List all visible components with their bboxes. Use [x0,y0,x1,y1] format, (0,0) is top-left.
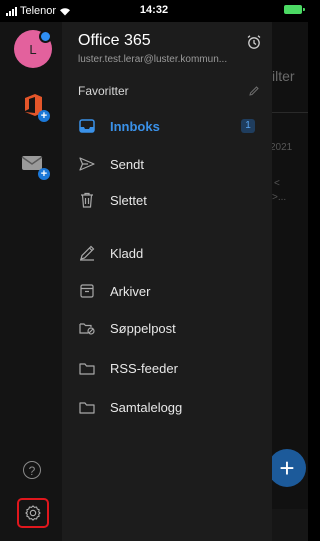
status-bar: Telenor 14:32 [0,0,308,22]
do-not-disturb-button[interactable] [246,34,262,55]
folder-item-conversation-history[interactable]: Samtalelogg [78,392,263,422]
plus-icon: + [38,110,50,122]
edit-favorites-button[interactable] [248,84,260,102]
status-time: 14:32 [139,4,169,16]
bottom-bar [272,509,308,541]
folder-label: RSS-feeder [110,360,178,376]
junk-icon [78,319,96,337]
inbox-icon [78,117,96,135]
message-date: 2021 [272,142,293,153]
plus-icon: + [38,168,50,180]
folder-item-inbox[interactable]: Innboks 1 [78,111,263,141]
add-mail-account-button[interactable]: + [20,150,50,180]
draft-icon [78,244,96,262]
folder-label: Kladd [110,245,144,261]
folder-label: Arkiver [110,283,151,299]
battery-icon [284,5,305,14]
folder-label: Samtalelogg [110,399,183,415]
settings-button[interactable] [17,498,49,528]
background-mail-view: ilter 2021 < >... + [272,22,308,541]
gear-icon [25,505,41,521]
folder-item-sent[interactable]: Sendt [78,149,263,179]
chevron-right-icon: >... [272,192,287,203]
folder-item-archive[interactable]: Arkiver [78,276,263,306]
alarm-clock-icon [247,35,261,49]
folder-icon [78,359,96,377]
add-office-account-button[interactable]: + [20,92,50,122]
divider [272,112,308,113]
send-icon [78,155,96,173]
chevron-left-icon: < [274,178,280,189]
folder-item-rss[interactable]: RSS-feeder [78,353,263,383]
folder-item-drafts[interactable]: Kladd [78,238,263,268]
trash-icon [78,191,96,209]
avatar-initial: L [29,41,37,57]
help-button[interactable]: ? [23,461,41,479]
folder-item-junk[interactable]: Søppelpost [78,313,263,343]
filter-label: ilter [272,68,295,84]
account-email: luster.test.lerar@luster.kommun... [78,54,228,65]
folder-icon [78,398,96,416]
folder-label: Sendt [110,156,144,172]
account-name: Office 365 [78,32,151,49]
compose-button[interactable]: + [272,449,306,487]
folder-label: Søppelpost [110,320,176,336]
favorites-heading: Favoritter [78,84,129,98]
account-rail: L + + ? [0,22,62,541]
active-account-dot [39,30,52,43]
folder-item-deleted[interactable]: Slettet [78,185,263,215]
unread-count-badge: 1 [241,119,255,133]
pencil-icon [249,86,259,96]
folder-drawer: Office 365 luster.test.lerar@luster.komm… [62,22,272,541]
folder-label: Slettet [110,192,147,208]
archive-icon [78,282,96,300]
avatar[interactable]: L [14,30,52,68]
folder-label: Innboks [110,118,160,134]
